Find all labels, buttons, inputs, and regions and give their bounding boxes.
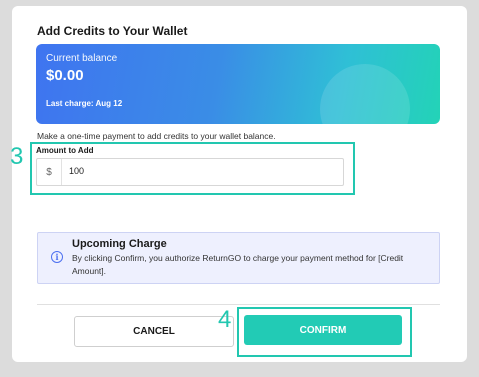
balance-card: Current balance $0.00 Last charge: Aug 1… bbox=[36, 44, 440, 124]
notice-title: Upcoming Charge bbox=[72, 238, 167, 250]
confirm-button[interactable]: CONFIRM bbox=[244, 315, 402, 345]
upcoming-charge-notice: i Upcoming Charge By clicking Confirm, y… bbox=[37, 232, 440, 284]
amount-input[interactable]: $ 100 bbox=[36, 158, 344, 186]
payment-description: Make a one-time payment to add credits t… bbox=[37, 131, 276, 141]
divider bbox=[37, 304, 440, 305]
last-charge-text: Last charge: Aug 12 bbox=[46, 99, 123, 108]
cancel-button[interactable]: CANCEL bbox=[74, 316, 234, 347]
notice-text: By clicking Confirm, you authorize Retur… bbox=[72, 253, 404, 276]
modal-title: Add Credits to Your Wallet bbox=[37, 24, 188, 38]
card-decoration bbox=[320, 64, 410, 124]
step-marker-4: 4 bbox=[218, 306, 232, 333]
step-marker-3: 3 bbox=[10, 143, 24, 170]
current-balance-label: Current balance bbox=[46, 53, 118, 64]
amount-value[interactable]: 100 bbox=[69, 166, 84, 176]
currency-prefix: $ bbox=[37, 159, 62, 185]
info-icon: i bbox=[51, 251, 63, 263]
amount-label: Amount to Add bbox=[36, 146, 94, 155]
current-balance-value: $0.00 bbox=[46, 67, 84, 84]
